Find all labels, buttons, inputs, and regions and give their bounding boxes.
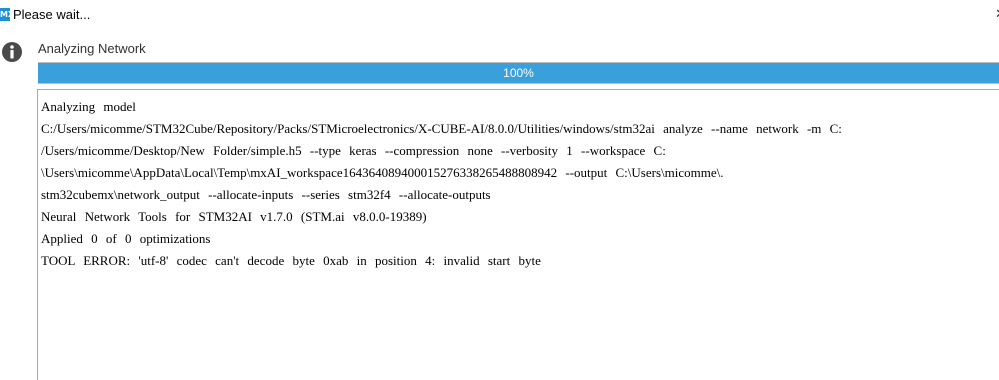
info-icon — [2, 42, 22, 62]
log-line: /Users/micomme/Desktop/New Folder/simple… — [41, 143, 666, 158]
close-icon[interactable]: ✕ — [995, 6, 999, 20]
log-line: Neural Network Tools for STM32AI v1.7.0 … — [41, 209, 427, 224]
window-title: Please wait... — [13, 7, 91, 22]
log-line: Applied 0 of 0 optimizations — [41, 231, 211, 246]
progress-percent-text: 100% — [503, 66, 534, 80]
log-output-area[interactable]: Analyzing model C:/Users/micomme/STM32Cu… — [37, 89, 999, 380]
title-bar: MX Please wait... ✕ — [0, 0, 999, 30]
log-line: TOOL ERROR: 'utf-8' codec can't decode b… — [41, 253, 541, 268]
progress-bar: 100% — [38, 62, 999, 84]
log-line: Analyzing model — [41, 99, 136, 114]
status-label: Analyzing Network — [38, 41, 146, 56]
log-line: stm32cubemx\network_output --allocate-in… — [41, 187, 491, 202]
stm32cubemx-app-icon: MX — [0, 8, 15, 21]
log-line: \Users\micomme\AppData\Local\Temp\mxAI_w… — [41, 165, 724, 180]
log-line: C:/Users/micomme/STM32Cube/Repository/Pa… — [41, 121, 842, 136]
please-wait-dialog: MX Please wait... ✕ Analyzing Network 10… — [0, 0, 999, 380]
log-lines: Analyzing model C:/Users/micomme/STM32Cu… — [41, 96, 999, 272]
